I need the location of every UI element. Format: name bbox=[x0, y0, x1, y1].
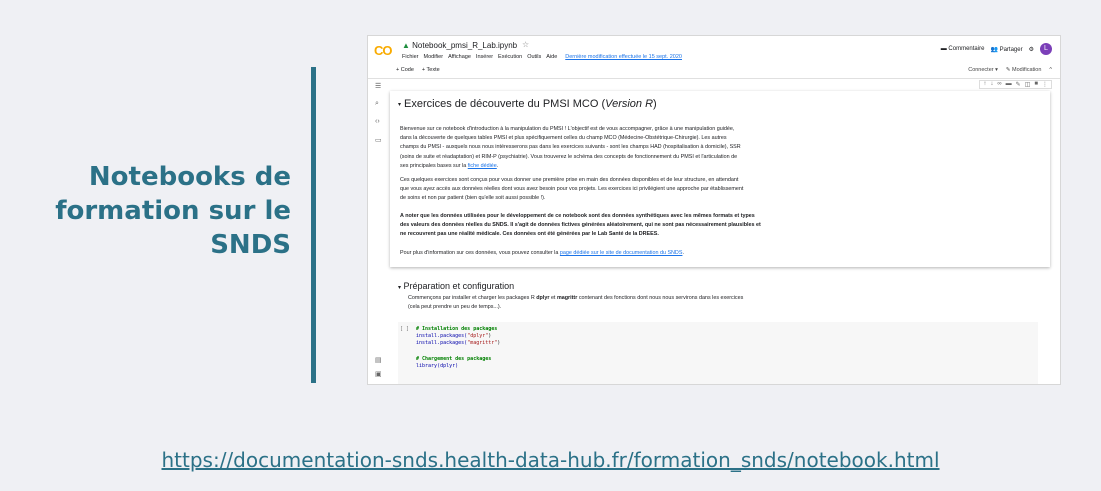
colab-screenshot: CO ▲ Notebook_pmsi_R_Lab.ipynb ☆ Fichier… bbox=[367, 35, 1061, 385]
text-cell-intro[interactable]: ▾ Exercices de découverte du PMSI MCO (Ve… bbox=[390, 91, 1050, 267]
menu-execution[interactable]: Exécution bbox=[498, 54, 522, 60]
left-sidebar: ☰ ⌕ ‹› ▭ ▤ ▣ bbox=[368, 78, 388, 384]
link-icon[interactable]: ∞ bbox=[997, 81, 1001, 88]
code-line: # Installation des packages bbox=[416, 326, 498, 332]
pencil-icon: ✎ bbox=[1005, 67, 1011, 73]
code-line: library(dplyr) bbox=[416, 363, 459, 369]
edit-mode-button[interactable]: ✎ Modification bbox=[1006, 67, 1042, 73]
command-palette-icon[interactable]: ▤ bbox=[375, 356, 382, 364]
gear-icon[interactable]: ⚙ bbox=[1029, 46, 1034, 53]
move-down-icon[interactable]: ↓ bbox=[990, 81, 993, 88]
header-actions: ▬ Commentaire 👥 Partager ⚙ L bbox=[941, 43, 1052, 55]
accent-bar bbox=[311, 67, 316, 383]
add-code-button[interactable]: + Code bbox=[396, 67, 414, 73]
code-cell[interactable]: [ ] # Installation des packages install.… bbox=[398, 322, 1038, 384]
colab-logo: CO bbox=[374, 43, 392, 58]
section-heading: ▾ Exercices de découverte du PMSI MCO (Ve… bbox=[398, 98, 657, 110]
menu-affichage[interactable]: Affichage bbox=[448, 54, 471, 60]
people-icon: 👥 bbox=[990, 46, 998, 53]
preparation-paragraph: Commençons par installer et charger les … bbox=[408, 295, 744, 311]
connect-button[interactable]: Connecter ▾ bbox=[968, 67, 998, 73]
menu-inserer[interactable]: Insérer bbox=[476, 54, 493, 60]
chevron-down-icon: ▾ bbox=[995, 67, 998, 73]
more-icon[interactable]: ⋮ bbox=[1042, 81, 1048, 88]
share-button[interactable]: 👥 Partager bbox=[990, 46, 1022, 53]
toc-icon[interactable]: ☰ bbox=[375, 82, 381, 90]
search-icon[interactable]: ⌕ bbox=[375, 100, 379, 108]
drive-icon: ▲ bbox=[402, 41, 410, 50]
menu-bar: Fichier Modifier Affichage Insérer Exécu… bbox=[402, 54, 682, 60]
notebook-title[interactable]: ▲ Notebook_pmsi_R_Lab.ipynb bbox=[402, 41, 517, 50]
star-icon[interactable]: ☆ bbox=[522, 40, 529, 49]
menu-modifier[interactable]: Modifier bbox=[424, 54, 444, 60]
terminal-icon[interactable]: ▣ bbox=[375, 370, 382, 378]
intro-paragraph: Bienvenue sur ce notebook d'introduction… bbox=[400, 126, 741, 169]
comment-button[interactable]: ▬ Commentaire bbox=[941, 46, 985, 52]
move-up-icon[interactable]: ↑ bbox=[983, 81, 986, 88]
code-line: install.packages("magrittr") bbox=[416, 340, 501, 346]
code-snippets-icon[interactable]: ‹› bbox=[375, 118, 380, 125]
code-line: # Chargement des packages bbox=[416, 356, 492, 362]
colab-header: CO ▲ Notebook_pmsi_R_Lab.ipynb ☆ Fichier… bbox=[368, 36, 1060, 66]
slide-title: Notebooks de formation sur le SNDS bbox=[55, 162, 291, 260]
collapse-arrow-icon[interactable]: ▾ bbox=[398, 102, 401, 108]
comment-cell-icon[interactable]: ▬ bbox=[1006, 81, 1012, 88]
last-modified-link[interactable]: Dernière modification effectuée le 15 se… bbox=[565, 54, 682, 60]
code-line: install.packages("dplyr") bbox=[416, 333, 492, 339]
mirror-cell-icon[interactable]: ◫ bbox=[1025, 81, 1031, 88]
avatar[interactable]: L bbox=[1040, 43, 1052, 55]
cell-toolbar: ↑ ↓ ∞ ▬ ✎ ◫ ■ ⋮ bbox=[979, 80, 1052, 89]
toolbar: + Code + Texte Connecter ▾ ✎ Modificatio… bbox=[368, 66, 1060, 79]
documentation-link[interactable]: page dédiée sur le site de documentation… bbox=[560, 250, 683, 256]
menu-fichier[interactable]: Fichier bbox=[402, 54, 419, 60]
add-text-button[interactable]: + Texte bbox=[422, 67, 440, 73]
run-cell-button[interactable]: [ ] bbox=[400, 326, 409, 332]
collapse-arrow-icon[interactable]: ▾ bbox=[398, 285, 401, 291]
warning-paragraph: A noter que les données utilisées pour l… bbox=[400, 213, 761, 238]
menu-aide[interactable]: Aide bbox=[546, 54, 557, 60]
delete-icon[interactable]: ■ bbox=[1034, 81, 1038, 88]
documentation-url-link[interactable]: https://documentation-snds.health-data-h… bbox=[0, 448, 1101, 472]
folder-icon[interactable]: ▭ bbox=[375, 136, 382, 144]
exercises-paragraph: Ces quelques exercices sont conçus pour … bbox=[400, 177, 744, 202]
fiche-dediee-link[interactable]: fiche dédiée bbox=[468, 163, 497, 169]
chevron-up-icon[interactable]: ^ bbox=[1049, 67, 1052, 73]
info-paragraph: Pour plus d'information sur ces données,… bbox=[400, 250, 684, 256]
edit-cell-icon[interactable]: ✎ bbox=[1016, 81, 1021, 88]
comment-icon: ▬ bbox=[940, 46, 947, 52]
section-heading-preparation: ▾ Préparation et configuration bbox=[398, 281, 515, 291]
menu-outils[interactable]: Outils bbox=[527, 54, 541, 60]
